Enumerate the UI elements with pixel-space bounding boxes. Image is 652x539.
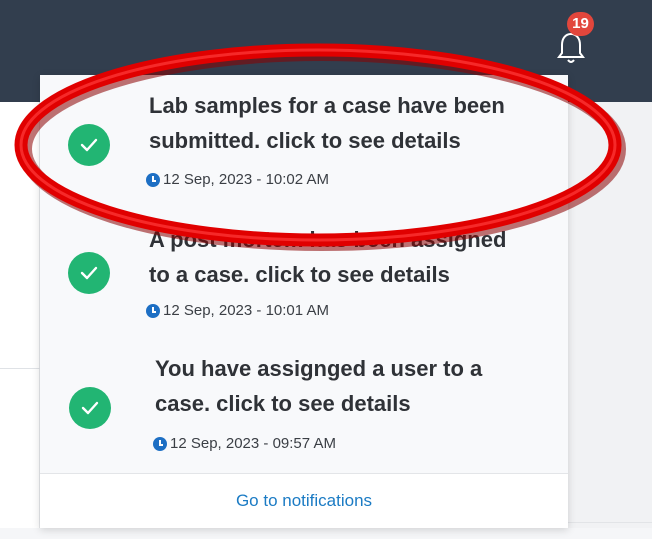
notification-message: You have assignged a user to a case. cli… <box>155 351 555 421</box>
notification-timestamp: 12 Sep, 2023 - 10:01 AM <box>163 302 329 319</box>
notification-timestamp: 12 Sep, 2023 - 10:02 AM <box>163 171 329 188</box>
notification-item[interactable]: Lab samples for a case have been submitt… <box>40 75 568 215</box>
notifications-dropdown: Lab samples for a case have been submitt… <box>40 75 568 528</box>
notification-timestamp: 12 Sep, 2023 - 09:57 AM <box>170 435 336 452</box>
notification-message-line: A post mortem has been assigned <box>149 227 507 252</box>
notification-item[interactable]: A post mortem has been assigned to a cas… <box>40 215 568 337</box>
divider <box>0 368 40 369</box>
check-circle-icon <box>68 124 110 166</box>
notification-item[interactable]: You have assignged a user to a case. cli… <box>40 337 568 473</box>
notification-count-badge: 19 <box>567 12 594 36</box>
go-to-notifications-link[interactable]: Go to notifications <box>236 491 372 511</box>
dropdown-footer: Go to notifications <box>40 473 568 528</box>
divider <box>568 522 652 523</box>
notification-message-line: You have assignged a user to a <box>155 356 483 381</box>
notification-message-line: to a case. click to see details <box>149 262 450 287</box>
notification-message-line: submitted. click to see details <box>149 128 461 153</box>
notification-message: Lab samples for a case have been submitt… <box>149 88 549 158</box>
clock-icon <box>146 303 160 318</box>
page-right-background <box>568 102 652 539</box>
notification-message: A post mortem has been assigned to a cas… <box>149 222 549 292</box>
notification-time: 12 Sep, 2023 - 09:57 AM <box>153 435 336 452</box>
screen: 19 Lab samples for a case have been subm… <box>0 0 652 539</box>
notification-time: 12 Sep, 2023 - 10:01 AM <box>146 302 329 319</box>
clock-icon <box>153 436 167 451</box>
notification-message-line: case. click to see details <box>155 391 411 416</box>
check-circle-icon <box>69 387 111 429</box>
notification-time: 12 Sep, 2023 - 10:02 AM <box>146 171 329 188</box>
clock-icon <box>146 172 160 187</box>
check-circle-icon <box>68 252 110 294</box>
notification-message-line: Lab samples for a case have been <box>149 93 505 118</box>
page-bottom-background <box>0 528 652 539</box>
page-left-background <box>0 102 40 539</box>
